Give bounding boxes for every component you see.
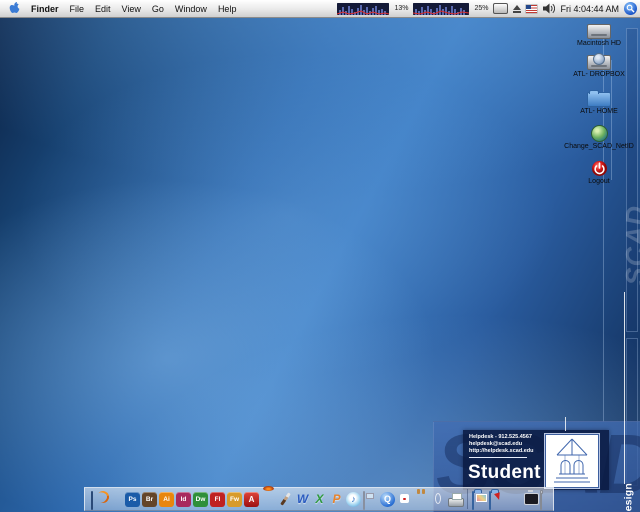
dock-item-ipod[interactable] [363, 490, 378, 510]
dock-item-toast[interactable] [414, 492, 429, 507]
dock-item-illustrator[interactable]: Ai [159, 491, 174, 507]
dock-item-media-orb[interactable] [261, 492, 276, 507]
trash-icon [540, 490, 542, 510]
divider-rule [469, 457, 527, 458]
folder-icon [560, 89, 638, 107]
logout-power-icon [560, 159, 638, 177]
memory-percentage: 25% [474, 5, 489, 12]
menu-file[interactable]: File [70, 4, 85, 14]
powerpoint-icon: P [332, 492, 341, 506]
dock-item-classic[interactable] [506, 492, 521, 507]
role-label: Student [468, 462, 541, 483]
dock-item-indesign[interactable]: Id [176, 491, 191, 507]
itunes-icon [346, 491, 361, 507]
scad-watermark-small: SCAD [621, 205, 640, 286]
dock-item-paintbrush-app[interactable] [278, 492, 293, 507]
dock-item-printer[interactable] [448, 492, 463, 507]
logo-tick-line [565, 417, 566, 431]
desktop-icon-logout[interactable]: Logout [560, 159, 638, 186]
dock-item-dreamweaver[interactable]: Dw [193, 491, 208, 507]
applications-folder-icon [489, 490, 491, 510]
menu-bar-status: 13% 25% Fri 4:04:44 AM [337, 0, 637, 17]
menu-edit[interactable]: Edit [95, 4, 111, 14]
apple-menu-icon[interactable] [9, 1, 20, 16]
dreamweaver-icon: Dw [193, 491, 208, 507]
spotlight-icon[interactable] [624, 2, 637, 15]
fireworks-icon: Fw [227, 491, 242, 507]
dock-item-flash[interactable]: Fl [210, 491, 225, 507]
menu-bar: Finder File Edit View Go Window Help 13%… [0, 0, 640, 18]
student-info-panel: Helpdesk - 912.525.4567 helpdesk@scad.ed… [463, 430, 609, 490]
dock-item-word[interactable]: W [295, 492, 310, 507]
displays-menu-icon[interactable] [493, 3, 509, 14]
desktop-icon-label: Logout [588, 178, 610, 185]
desktop-icon-atl-home[interactable]: ATL- HOME [560, 89, 638, 116]
dock-item-folder-applications[interactable] [489, 490, 504, 510]
dock: Ps Br Ai Id Dw Fl Fw A W X P Q [84, 487, 554, 511]
dock-item-acrobat[interactable]: A [244, 491, 259, 507]
desktop-icon-label: Change_SCAD_NetID [564, 143, 634, 150]
finder-icon [91, 490, 93, 510]
dock-item-bridge[interactable]: Br [142, 491, 157, 507]
desktop-icon-atl-dropbox[interactable]: ATL- DROPBOX [560, 52, 638, 79]
helpdesk-email: helpdesk@scad.edu [469, 441, 523, 447]
menu-window[interactable]: Window [175, 4, 207, 14]
cpu-history-meter[interactable] [337, 2, 390, 15]
menu-app-name[interactable]: Finder [31, 4, 59, 14]
quicktime-icon: Q [380, 491, 395, 507]
desktop-icon-label: ATL- HOME [580, 108, 618, 115]
menu-clock[interactable]: Fri 4:04:44 AM [560, 4, 619, 14]
menu-bar-left: Finder File Edit View Go Window Help [0, 1, 236, 16]
menu-help[interactable]: Help [218, 4, 237, 14]
menu-go[interactable]: Go [152, 4, 164, 14]
acrobat-icon: A [244, 491, 259, 507]
desktop-icon-change-scad-netid[interactable]: Change_SCAD_NetID [560, 124, 638, 151]
indesign-icon: Id [176, 491, 191, 507]
desktop-icon-label: Macintosh HD [577, 40, 621, 47]
desktop-icon-label: ATL- DROPBOX [573, 71, 625, 78]
dock-item-folder-pictures[interactable] [472, 490, 487, 510]
dock-divider [467, 489, 468, 509]
hard-drive-icon [560, 21, 638, 39]
ipod-icon [363, 490, 365, 510]
pictures-folder-icon [472, 490, 474, 510]
bridge-icon: Br [142, 491, 157, 507]
flash-icon: Fl [210, 491, 225, 507]
scad-vertical-title: Savannah College of Art and Design [622, 483, 634, 512]
scad-building-logo [544, 433, 600, 489]
dock-item-powerpoint[interactable]: P [329, 492, 344, 507]
desktop-icon-macintosh-hd[interactable]: Macintosh HD [560, 21, 638, 48]
desktop-screen: SCAD SCAD Savannah College of Art and De… [0, 0, 640, 512]
dock-item-firefox[interactable] [108, 492, 123, 507]
vertical-divider-line [624, 292, 625, 484]
memory-history-meter[interactable] [413, 2, 470, 15]
helpdesk-info: Helpdesk - 912.525.4567 helpdesk@scad.ed… [469, 434, 533, 455]
network-volume-icon [560, 52, 638, 70]
dock-item-photoshop[interactable]: Ps [125, 491, 140, 507]
globe-icon [560, 124, 638, 142]
cpu-percentage: 13% [394, 5, 409, 12]
dock-item-dice-game[interactable] [397, 492, 412, 507]
menu-view[interactable]: View [122, 4, 141, 14]
helpdesk-url: http://helpdesk.scad.edu [469, 448, 534, 454]
dock-item-fireworks[interactable]: Fw [227, 491, 242, 507]
eject-menu-icon[interactable] [513, 4, 522, 13]
word-icon: W [296, 492, 309, 506]
illustrator-icon: Ai [159, 491, 174, 507]
input-language-flag-icon[interactable] [526, 4, 538, 13]
helpdesk-phone: Helpdesk - 912.525.4567 [469, 434, 532, 440]
dock-item-display[interactable] [523, 492, 538, 507]
dock-item-quicktime[interactable]: Q [380, 491, 395, 507]
dock-item-itunes[interactable] [346, 491, 361, 507]
photoshop-icon: Ps [125, 491, 140, 507]
dock-item-trash[interactable] [540, 490, 555, 510]
dock-item-internet-globe[interactable] [431, 492, 446, 507]
excel-icon: X [315, 492, 324, 506]
dock-item-excel[interactable]: X [312, 492, 327, 507]
volume-icon[interactable] [542, 3, 556, 14]
building-lineart-icon [554, 438, 590, 483]
